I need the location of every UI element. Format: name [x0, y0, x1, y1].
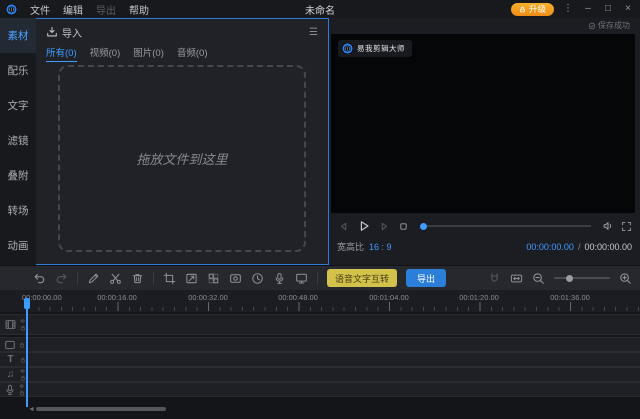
seek-slider[interactable]: [420, 223, 591, 230]
sidebar-item-filters[interactable]: 滤镜: [0, 123, 36, 158]
menu-edit[interactable]: 编辑: [63, 2, 83, 17]
stop-icon[interactable]: [398, 221, 409, 232]
sidebar-item-transitions[interactable]: 转场: [0, 193, 36, 228]
track-lock-icon[interactable]: [19, 390, 25, 396]
sidebar: 素材 配乐 文字 滤镜 叠附 转场 动画: [0, 18, 36, 265]
video-track-icon: [4, 318, 17, 331]
track-mute-icon[interactable]: [19, 383, 25, 389]
screen-record-icon[interactable]: [229, 272, 242, 285]
duration-icon[interactable]: [251, 272, 264, 285]
tab-audio[interactable]: 音频(0): [177, 45, 208, 61]
fullscreen-icon[interactable]: [621, 221, 632, 232]
redo-icon: [55, 272, 68, 285]
voiceover-track[interactable]: [0, 382, 640, 397]
timeline-tracks: T ♫ ◄: [0, 312, 640, 419]
timeline-zoom-slider[interactable]: [554, 277, 610, 279]
sidebar-item-media[interactable]: 素材: [0, 18, 36, 53]
import-button[interactable]: 导入: [62, 25, 82, 40]
app-logo-icon: [6, 4, 17, 15]
zoom-clip-icon[interactable]: [185, 272, 198, 285]
sidebar-item-overlays[interactable]: 叠附: [0, 158, 36, 193]
watermark: 易我剪辑大师: [338, 40, 412, 57]
sidebar-item-motion[interactable]: 动画: [0, 228, 36, 263]
minimize-icon[interactable]: –: [582, 4, 594, 14]
next-frame-icon[interactable]: [378, 220, 391, 233]
timecode-current: 00:00:00.00: [526, 242, 574, 252]
upgrade-label: 升级: [529, 3, 546, 15]
save-status: 保存成功: [588, 20, 630, 31]
mosaic-icon[interactable]: [207, 272, 220, 285]
save-check-icon: [588, 22, 596, 30]
lock-icon: [519, 6, 526, 13]
tab-all[interactable]: 所有(0): [46, 45, 77, 62]
export-button[interactable]: 导出: [406, 269, 446, 287]
upgrade-button[interactable]: 升级: [511, 3, 554, 16]
delete-icon[interactable]: [131, 272, 144, 285]
video-track[interactable]: [0, 314, 640, 335]
dropzone-text: 拖放文件到这里: [136, 149, 227, 168]
track-lock-icon[interactable]: [19, 342, 25, 348]
overlay-track[interactable]: [0, 337, 640, 352]
timeline-toolbar: 语音文字互转 导出: [0, 265, 640, 290]
voice-text-convert-button[interactable]: 语音文字互转: [327, 269, 397, 287]
voiceover-icon[interactable]: [273, 272, 286, 285]
transport-controls: [337, 219, 632, 233]
tab-picture[interactable]: 图片(0): [133, 45, 164, 61]
title-bar: 文件 编辑 导出 帮助 未命名 升级 ⋮ – □ ×: [0, 0, 640, 18]
zoom-slider-thumb[interactable]: [566, 275, 573, 282]
media-tabs: 所有(0) 视频(0) 图片(0) 音频(0): [36, 45, 328, 63]
aspect-ratio-value[interactable]: 16 : 9: [369, 242, 392, 252]
import-icon[interactable]: [46, 26, 58, 38]
more-menu-icon[interactable]: ⋮: [562, 4, 574, 14]
menu-export: 导出: [96, 2, 116, 17]
file-dropzone[interactable]: 拖放文件到这里: [58, 65, 306, 252]
volume-icon[interactable]: [602, 220, 614, 232]
watermark-logo-icon: [342, 43, 353, 54]
maximize-icon[interactable]: □: [602, 4, 614, 14]
playhead-handle[interactable]: [24, 298, 30, 309]
seek-thumb[interactable]: [420, 223, 427, 230]
music-track[interactable]: ♫: [0, 367, 640, 382]
zoom-in-icon[interactable]: [619, 272, 632, 285]
text-track-icon: T: [4, 354, 17, 365]
split-icon[interactable]: [109, 272, 122, 285]
ruler-ticks: [27, 301, 640, 311]
close-icon[interactable]: ×: [622, 4, 634, 14]
magnet-snap-icon[interactable]: [488, 272, 501, 285]
play-icon[interactable]: [357, 219, 371, 233]
preview-panel: 保存成功 易我剪辑大师 宽高比 16 : 9 00:00:00.00: [329, 18, 640, 265]
menu-file[interactable]: 文件: [30, 2, 50, 17]
crop-icon[interactable]: [163, 272, 176, 285]
horizontal-scrollbar[interactable]: [36, 407, 166, 411]
app-window: 文件 编辑 导出 帮助 未命名 升级 ⋮ – □ × 素材 配乐 文字 滤镜 叠…: [0, 0, 640, 419]
edit-icon[interactable]: [87, 272, 100, 285]
timecode-total: 00:00:00.00: [584, 242, 632, 252]
zoom-out-icon[interactable]: [532, 272, 545, 285]
voiceover-track-icon: [4, 384, 16, 396]
music-track-icon: ♫: [4, 369, 17, 380]
previous-frame-icon[interactable]: [337, 220, 350, 233]
timeline-ruler[interactable]: 00:00:00.00 00:00:16.00 00:00:32.00 00:0…: [0, 290, 640, 312]
fit-timeline-icon[interactable]: [510, 272, 523, 285]
sidebar-item-text[interactable]: 文字: [0, 88, 36, 123]
menu-help[interactable]: 帮助: [129, 2, 149, 17]
media-panel: 导入 ☰ 所有(0) 视频(0) 图片(0) 音频(0) 拖放文件到这里: [35, 18, 329, 265]
aspect-ratio-label: 宽高比: [337, 240, 364, 253]
video-viewport: 易我剪辑大师: [331, 34, 635, 213]
text-track[interactable]: T: [0, 352, 640, 367]
overlay-track-icon: [4, 339, 16, 351]
tab-video[interactable]: 视频(0): [90, 45, 121, 61]
undo-icon[interactable]: [33, 272, 46, 285]
scroll-left-arrow-icon[interactable]: ◄: [28, 406, 35, 413]
playhead-line: [26, 299, 28, 407]
screen-cast-icon[interactable]: [295, 272, 308, 285]
sidebar-item-music[interactable]: 配乐: [0, 53, 36, 88]
list-view-icon[interactable]: ☰: [309, 27, 318, 38]
